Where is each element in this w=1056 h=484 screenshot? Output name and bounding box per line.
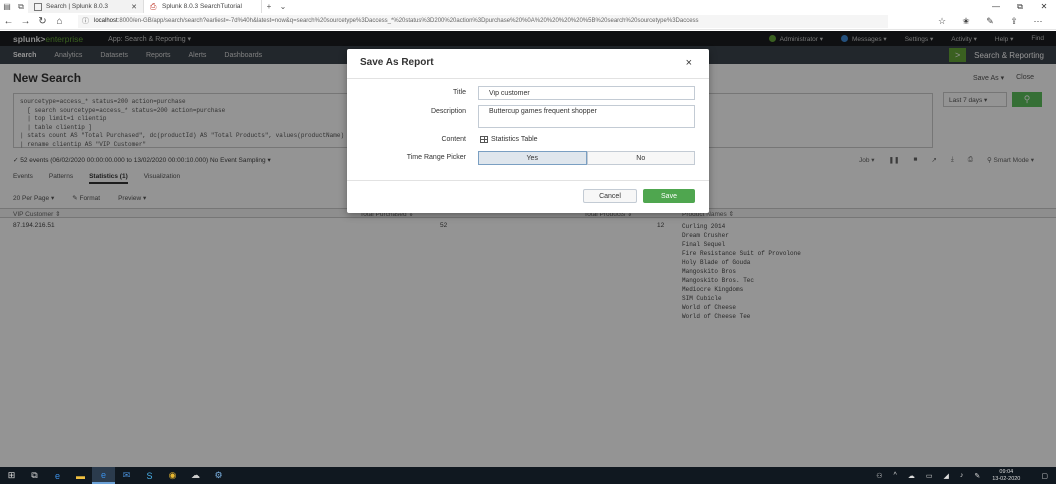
system-tray: ⚇ ^ ☁ ▭ ◢ ♪ ✎ 09:04 13-02-2020 ▢ bbox=[865, 469, 1056, 482]
clock[interactable]: 09:04 13-02-2020 bbox=[992, 469, 1020, 482]
notifications-icon[interactable]: ▢ bbox=[1041, 472, 1048, 480]
people-icon[interactable]: ⚇ bbox=[876, 472, 882, 480]
edge-icon[interactable]: e bbox=[46, 467, 69, 484]
close-tab-icon[interactable]: ✕ bbox=[131, 3, 137, 11]
clock-date: 13-02-2020 bbox=[992, 475, 1021, 482]
refresh-icon[interactable]: ↻ bbox=[34, 16, 51, 27]
network-app-icon[interactable]: ⚙ bbox=[207, 467, 230, 484]
pdf-icon: ⎙ bbox=[150, 1, 157, 11]
favorite-star-icon[interactable]: ☆ bbox=[930, 16, 954, 27]
share-icon[interactable]: ⇪ bbox=[1002, 16, 1026, 27]
volume-icon[interactable]: ♪ bbox=[960, 472, 964, 479]
file-explorer-icon[interactable]: ▬ bbox=[69, 467, 92, 484]
time-range-no[interactable]: No bbox=[586, 151, 695, 165]
time-range-yes[interactable]: Yes bbox=[478, 151, 587, 165]
browser-tab-tutorial[interactable]: ⎙ Splunk 8.0.3 SearchTutorial bbox=[144, 0, 262, 13]
info-icon[interactable]: ⓘ bbox=[82, 16, 89, 26]
forward-icon[interactable]: → bbox=[17, 16, 34, 27]
tab-actions-icon[interactable]: ▤ bbox=[0, 0, 14, 13]
page-icon bbox=[34, 2, 42, 11]
description-label: Description bbox=[430, 108, 466, 115]
tray-chevron-icon[interactable]: ^ bbox=[894, 472, 897, 479]
time-range-label: Time Range Picker bbox=[406, 154, 466, 161]
browser-tab-bar: ▤ ⧉ Search | Splunk 8.0.3 ✕ ⎙ Splunk 8.0… bbox=[0, 0, 1056, 13]
divider bbox=[347, 180, 709, 181]
url-field[interactable]: ⓘ localhost :8000/en-GB/app/search/searc… bbox=[78, 14, 888, 28]
more-icon[interactable]: ⋯ bbox=[1026, 16, 1050, 27]
save-button[interactable]: Save bbox=[643, 189, 695, 203]
description-textarea[interactable]: Buttercup games frequent shopper bbox=[478, 105, 695, 128]
title-label: Title bbox=[453, 89, 466, 96]
content-label: Content bbox=[441, 136, 466, 143]
new-tab-icon[interactable]: + bbox=[262, 0, 276, 13]
home-icon[interactable]: ⌂ bbox=[51, 16, 68, 27]
url-path: :8000/en-GB/app/search/search?earliest=-… bbox=[117, 18, 699, 24]
dialog-title: Save As Report bbox=[360, 57, 434, 68]
battery-icon[interactable]: ▭ bbox=[926, 472, 933, 480]
window-controls: — ⧉ ✕ bbox=[984, 2, 1056, 12]
table-icon bbox=[480, 136, 488, 143]
close-icon[interactable]: × bbox=[686, 57, 692, 69]
close-window-icon[interactable]: ✕ bbox=[1032, 2, 1056, 12]
browser-toolbar: ☆ ✬ ✎ ⇪ ⋯ bbox=[930, 16, 1056, 27]
onedrive-icon[interactable]: ☁ bbox=[908, 472, 915, 480]
pen-icon[interactable]: ✎ bbox=[978, 16, 1002, 27]
back-icon[interactable]: ← bbox=[0, 16, 17, 27]
windows-start-icon[interactable]: ⊞ bbox=[0, 467, 23, 484]
cancel-button[interactable]: Cancel bbox=[583, 189, 637, 203]
tab-dropdown-icon[interactable]: ⌄ bbox=[276, 0, 290, 13]
taskbar: ⊞ ⧉ e ▬ e ✉ S ◉ ☁ ⚙ ⚇ ^ ☁ ▭ ◢ ♪ ✎ 09:04 … bbox=[0, 467, 1056, 484]
edge-active-icon[interactable]: e bbox=[92, 467, 115, 484]
content-value: Statistics Table bbox=[480, 136, 538, 143]
title-input[interactable] bbox=[478, 86, 695, 100]
content-text: Statistics Table bbox=[491, 136, 538, 143]
divider bbox=[347, 78, 709, 79]
browser-tab-search[interactable]: Search | Splunk 8.0.3 ✕ bbox=[28, 0, 144, 13]
task-view-icon[interactable]: ⧉ bbox=[23, 467, 46, 484]
tab-title: Splunk 8.0.3 SearchTutorial bbox=[162, 3, 242, 10]
tab-title: Search | Splunk 8.0.3 bbox=[46, 3, 109, 10]
time-range-toggle: Yes No bbox=[478, 151, 695, 165]
minimize-icon[interactable]: — bbox=[984, 2, 1008, 12]
app-icon[interactable]: ☁ bbox=[184, 467, 207, 484]
restore-icon[interactable]: ⧉ bbox=[1008, 2, 1032, 12]
network-icon[interactable]: ◢ bbox=[943, 472, 948, 480]
favorites-icon[interactable]: ✬ bbox=[954, 16, 978, 27]
outlook-icon[interactable]: ✉ bbox=[115, 467, 138, 484]
chrome-icon[interactable]: ◉ bbox=[161, 467, 184, 484]
tab-list-icon[interactable]: ⧉ bbox=[14, 0, 28, 13]
pen-workspace-icon[interactable]: ✎ bbox=[974, 472, 980, 480]
skype-icon[interactable]: S bbox=[138, 467, 161, 484]
save-as-report-dialog: Save As Report × Title Description Butte… bbox=[347, 49, 709, 213]
address-bar-row: ← → ↻ ⌂ ⓘ localhost :8000/en-GB/app/sear… bbox=[0, 13, 1056, 30]
url-host: localhost bbox=[94, 18, 118, 24]
